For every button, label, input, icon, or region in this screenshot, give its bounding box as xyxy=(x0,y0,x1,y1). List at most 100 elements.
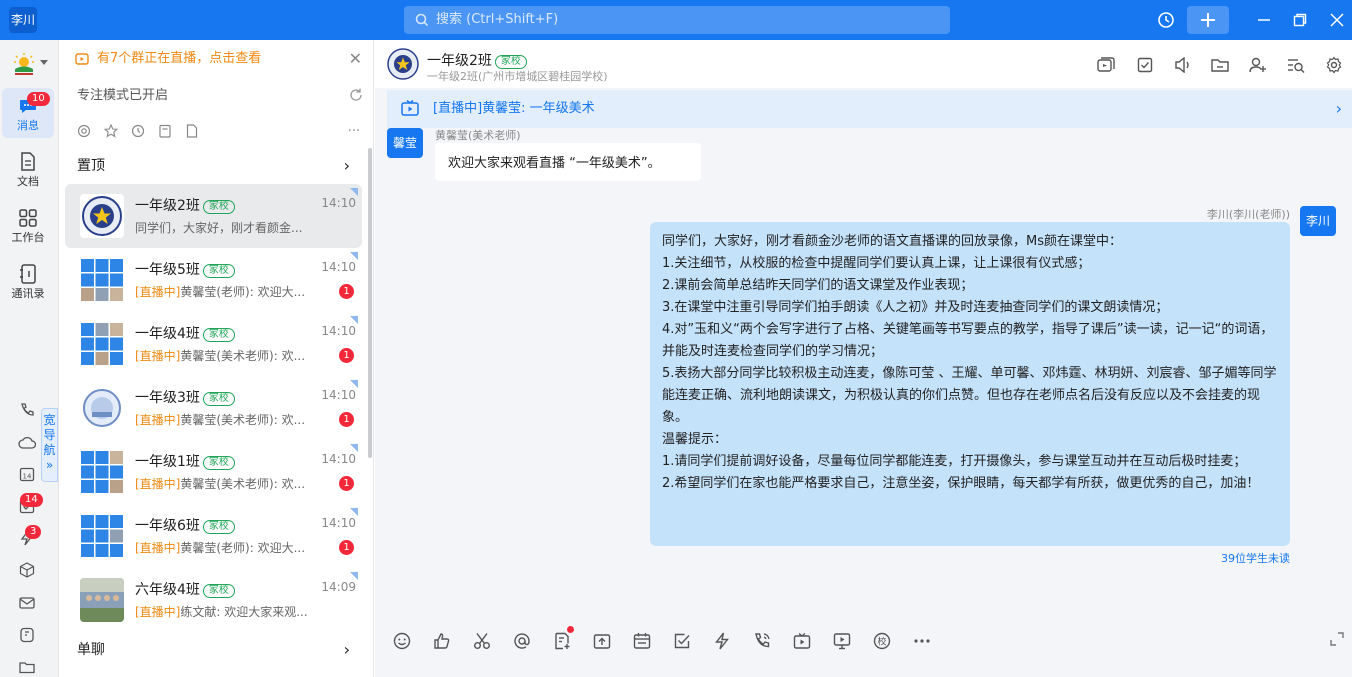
calendar-icon[interactable] xyxy=(631,630,653,652)
nav-contacts-label: 通讯录 xyxy=(11,287,45,300)
file-icon[interactable] xyxy=(183,122,201,140)
conversation-item[interactable]: 一年级1班 家校 14:10 [直播中]黄馨莹(美术老师): 欢... 1 xyxy=(65,440,362,504)
star-icon[interactable] xyxy=(102,122,120,140)
gear-icon[interactable] xyxy=(1323,54,1345,76)
nav-messages-label: 消息 xyxy=(17,119,39,132)
thumbs-up-icon[interactable] xyxy=(431,630,453,652)
screen-share-icon[interactable] xyxy=(1095,54,1117,76)
refresh-icon[interactable] xyxy=(348,87,364,103)
clipboard-icon[interactable] xyxy=(156,122,174,140)
nav-workbench[interactable]: 工作台 xyxy=(2,200,54,250)
presentation-icon[interactable] xyxy=(831,630,853,652)
search-icon xyxy=(415,6,429,34)
nav-docs[interactable]: 文档 xyxy=(2,144,54,194)
scissors-icon[interactable] xyxy=(471,630,493,652)
conversation-time: 14:10 xyxy=(321,516,356,530)
document-icon xyxy=(17,151,39,173)
live-notice-banner[interactable]: 有7个群正在直播，点击查看 ✕ xyxy=(60,40,374,78)
note-icon[interactable] xyxy=(17,625,37,645)
conversation-name: 六年级4班 家校 xyxy=(135,579,235,599)
conversation-item[interactable]: 一年级5班 家校 14:10 [直播中]黄馨莹(老师): 欢迎大... 1 xyxy=(65,248,362,312)
user-avatar[interactable]: 李川 xyxy=(9,7,37,33)
group-grid-avatar xyxy=(80,322,124,366)
live-tv-icon xyxy=(75,52,89,66)
create-button[interactable] xyxy=(1187,6,1229,34)
mail-icon[interactable] xyxy=(17,593,37,613)
conversation-time: 14:10 xyxy=(321,388,356,402)
corner-mark xyxy=(350,188,358,196)
close-banner-icon[interactable]: ✕ xyxy=(349,40,362,78)
search-history-icon[interactable] xyxy=(1285,54,1307,76)
expand-icon[interactable] xyxy=(1330,632,1344,646)
task-check-icon[interactable] xyxy=(1134,54,1156,76)
nav-messages[interactable]: 消息 10 xyxy=(2,88,54,138)
cloud-icon[interactable] xyxy=(17,433,37,453)
minimize-icon[interactable] xyxy=(1252,8,1276,32)
contacts-icon xyxy=(17,263,39,285)
voice-call-icon[interactable] xyxy=(751,630,773,652)
calendar-icon[interactable]: 14 xyxy=(17,464,37,484)
conversation-preview: [直播中]黄馨莹(美术老师): 欢... xyxy=(135,477,306,491)
unread-count-link[interactable]: 39位学生未读 xyxy=(1221,550,1290,566)
nav-contacts[interactable]: 通讯录 xyxy=(2,256,54,306)
live-tv-icon[interactable] xyxy=(791,630,813,652)
folder-icon[interactable] xyxy=(17,657,37,677)
school-seal-avatar xyxy=(80,386,124,430)
lightning-icon[interactable] xyxy=(711,630,733,652)
add-member-icon[interactable] xyxy=(1247,54,1269,76)
conversation-name: 一年级6班 家校 xyxy=(135,515,235,535)
folder-icon[interactable] xyxy=(1209,54,1231,76)
corner-mark xyxy=(350,380,358,388)
cube-icon[interactable] xyxy=(17,560,37,580)
conversation-item[interactable]: 六年级4班 家校 14:09 [直播中]练文献: 欢迎大家来观... xyxy=(65,568,362,632)
more-icon[interactable] xyxy=(911,630,933,652)
sender-avatar[interactable]: 馨莹 xyxy=(387,128,423,158)
unread-badge: 1 xyxy=(339,284,354,299)
school-logo-icon[interactable] xyxy=(12,52,36,76)
chevron-right-icon: › xyxy=(1335,99,1342,118)
corner-mark xyxy=(350,444,358,452)
search-input[interactable]: 搜索 (Ctrl+Shift+F) xyxy=(404,6,950,34)
clock-icon[interactable] xyxy=(129,122,147,140)
my-avatar[interactable]: 李川 xyxy=(1300,206,1336,236)
single-chat-section-header[interactable]: 单聊 › xyxy=(60,634,364,666)
message-bubble: 同学们，大家好，刚才看颜金沙老师的语文直播课的回放录像，Ms颜在课堂中： 1.关… xyxy=(650,222,1290,546)
at-mention-icon[interactable] xyxy=(511,630,533,652)
group-grid-avatar xyxy=(80,258,124,302)
live-stream-bar[interactable]: [直播中]黄馨莹: 一年级美术 › xyxy=(387,90,1352,128)
message-line: 温馨提示： xyxy=(662,432,728,447)
form-add-icon[interactable] xyxy=(551,630,573,652)
more-icon[interactable]: ··· xyxy=(345,122,363,140)
nav-workbench-label: 工作台 xyxy=(11,231,45,244)
conversation-preview: 同学们，大家好，刚才看颜金... xyxy=(135,221,303,235)
message-line: 3.在课堂中注重引导同学们拍手朗读《人之初》并及时连麦抽查同学们的课文朗读情况； xyxy=(662,300,1169,315)
group-avatar[interactable] xyxy=(387,48,419,80)
corner-mark xyxy=(350,572,358,580)
conversation-item[interactable]: 一年级2班 家校 14:10 同学们，大家好，刚才看颜金... xyxy=(65,184,362,248)
phone-icon[interactable] xyxy=(17,400,37,420)
upload-icon[interactable] xyxy=(591,630,613,652)
chevron-down-icon[interactable] xyxy=(40,60,48,65)
messages-badge: 10 xyxy=(27,92,50,106)
live-tv-icon xyxy=(401,100,419,116)
conversation-scrollbar[interactable] xyxy=(368,148,372,458)
chat-tag: 家校 xyxy=(494,55,527,69)
corner-mark xyxy=(350,508,358,516)
wide-nav-toggle[interactable]: 宽导航 » xyxy=(41,408,58,482)
at-icon[interactable] xyxy=(75,122,93,140)
speaker-icon[interactable] xyxy=(1172,54,1194,76)
message-line: 5.表扬大部分同学比较积极主动连麦，像陈可莹 、王耀、单可馨、邓炜霆、林玥妍、刘… xyxy=(662,366,1277,425)
history-icon[interactable] xyxy=(1154,8,1178,32)
checkbox-task-icon[interactable] xyxy=(671,630,693,652)
school-badge-icon[interactable]: 校 xyxy=(871,630,893,652)
conversation-item[interactable]: 一年级6班 家校 14:10 [直播中]黄馨莹(老师): 欢迎大... 1 xyxy=(65,504,362,568)
emoji-icon[interactable] xyxy=(391,630,413,652)
nav-docs-label: 文档 xyxy=(17,175,39,188)
maximize-icon[interactable] xyxy=(1288,8,1312,32)
live-notice-text: 有7个群正在直播，点击查看 xyxy=(97,51,262,66)
group-grid-avatar xyxy=(80,450,124,494)
pinned-section-header[interactable]: 置顶 › xyxy=(60,150,364,182)
conversation-item[interactable]: 一年级4班 家校 14:10 [直播中]黄馨莹(美术老师): 欢... 1 xyxy=(65,312,362,376)
close-icon[interactable] xyxy=(1325,8,1349,32)
conversation-item[interactable]: 一年级3班 家校 14:10 [直播中]黄馨莹(美术老师): 欢... 1 xyxy=(65,376,362,440)
